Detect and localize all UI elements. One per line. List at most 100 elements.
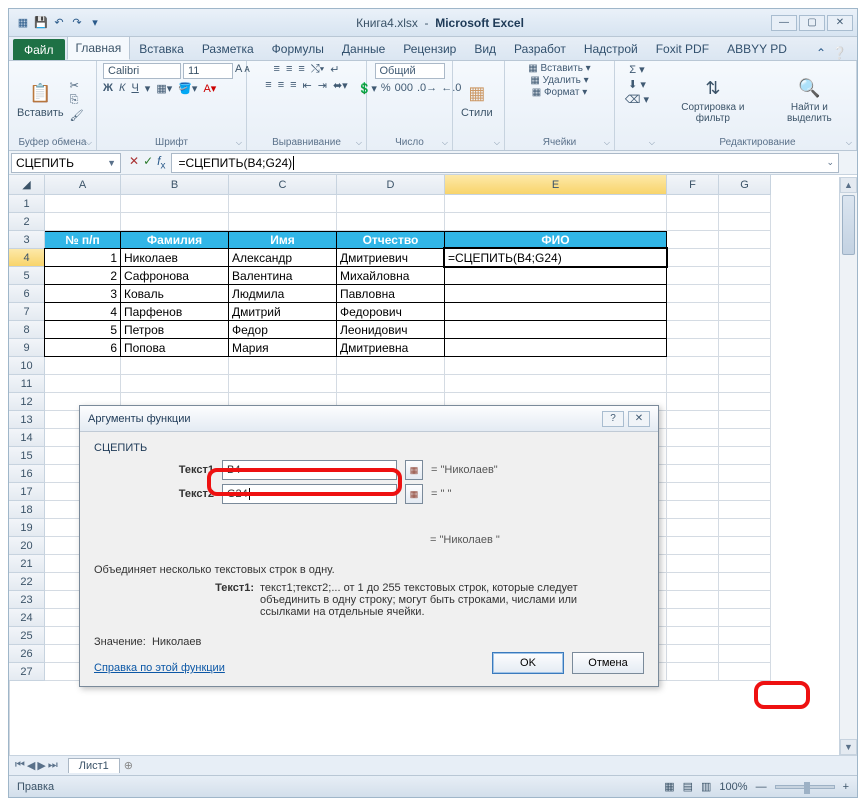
cell[interactable] <box>719 591 771 609</box>
cell[interactable] <box>719 339 771 357</box>
row-3[interactable]: 3 <box>9 231 45 249</box>
view-pagebreak-icon[interactable]: ▥ <box>701 780 711 793</box>
cell[interactable] <box>719 555 771 573</box>
sheet-prev-icon[interactable]: ◀ <box>27 759 35 772</box>
cell[interactable]: =СЦЕПИТЬ(B4;G24) <box>444 248 667 267</box>
cell[interactable] <box>667 267 719 285</box>
cell[interactable] <box>445 375 667 393</box>
col-F[interactable]: F <box>667 175 719 195</box>
cell[interactable] <box>445 213 667 231</box>
cell[interactable] <box>667 573 719 591</box>
bold-icon[interactable]: Ж <box>103 82 113 95</box>
cell[interactable]: Дмитрий <box>228 302 337 321</box>
row-26[interactable]: 26 <box>9 645 45 663</box>
row-2[interactable]: 2 <box>9 213 45 231</box>
cell[interactable] <box>667 411 719 429</box>
scroll-thumb[interactable] <box>842 195 855 255</box>
cell[interactable] <box>719 321 771 339</box>
row-15[interactable]: 15 <box>9 447 45 465</box>
cell[interactable]: 4 <box>44 302 121 321</box>
paste-button[interactable]: 📋Вставить <box>15 79 66 121</box>
cell[interactable] <box>667 447 719 465</box>
copy-icon[interactable]: ⎘ <box>70 94 84 107</box>
tab-file[interactable]: Файл <box>13 39 65 60</box>
cell[interactable] <box>719 303 771 321</box>
cell[interactable] <box>667 627 719 645</box>
sheet-tab[interactable]: Лист1 <box>68 758 120 773</box>
cell[interactable] <box>719 231 771 249</box>
cell[interactable] <box>229 195 337 213</box>
indent-dec-icon[interactable]: ⇤ <box>303 79 312 92</box>
zoom-out-icon[interactable]: — <box>756 781 767 793</box>
font-name[interactable]: Calibri <box>103 63 181 79</box>
cell[interactable]: Федорович <box>336 302 445 321</box>
font-color-icon[interactable]: A▾ <box>203 82 216 95</box>
cell[interactable] <box>667 231 719 249</box>
cell[interactable]: Михайловна <box>336 266 445 285</box>
cell[interactable]: Сафронова <box>120 266 229 285</box>
cell[interactable]: Людмила <box>228 284 337 303</box>
cell[interactable] <box>719 501 771 519</box>
cell[interactable] <box>719 609 771 627</box>
tab-insert[interactable]: Вставка <box>130 37 193 60</box>
maximize-button[interactable]: ▢ <box>799 15 825 31</box>
cell[interactable] <box>445 195 667 213</box>
border-icon[interactable]: ▦▾ <box>156 82 172 95</box>
cell[interactable]: Леонидович <box>336 320 445 339</box>
cell[interactable]: 6 <box>44 338 121 357</box>
dialog-close-button[interactable]: ✕ <box>628 411 650 427</box>
tab-review[interactable]: Рецензир <box>394 37 465 60</box>
cell[interactable]: Дмитриевна <box>336 338 445 357</box>
cell[interactable]: Имя <box>229 231 337 249</box>
number-format[interactable]: Общий <box>375 63 445 79</box>
indent-inc-icon[interactable]: ⇥ <box>318 79 327 92</box>
cell[interactable] <box>337 195 445 213</box>
tab-foxit[interactable]: Foxit PDF <box>647 37 718 60</box>
cell[interactable] <box>719 447 771 465</box>
cell[interactable] <box>121 357 229 375</box>
merge-icon[interactable]: ⬌▾ <box>333 79 348 92</box>
fill-icon[interactable]: ⬇ ▾ <box>628 78 646 91</box>
underline-icon[interactable]: Ч <box>131 82 138 95</box>
cell[interactable]: Коваль <box>120 284 229 303</box>
cell[interactable]: 3 <box>44 284 121 303</box>
cut-icon[interactable]: ✂ <box>70 79 84 92</box>
help-icon[interactable]: ❔ <box>832 46 847 60</box>
sheet-last-icon[interactable]: ⏭ <box>48 759 58 772</box>
accept-formula-icon[interactable]: ✓ <box>143 154 153 171</box>
cell[interactable]: Парфенов <box>120 302 229 321</box>
currency-icon[interactable]: 💲▾ <box>358 82 377 95</box>
italic-icon[interactable]: К <box>119 82 125 95</box>
align-middle-icon[interactable]: ≡ <box>286 63 292 76</box>
cell[interactable]: № п/п <box>45 231 121 249</box>
wrap-text-icon[interactable]: ↵ <box>330 63 339 76</box>
cell[interactable] <box>719 267 771 285</box>
col-E[interactable]: E <box>445 175 667 195</box>
cell[interactable] <box>667 537 719 555</box>
cell[interactable]: Мария <box>228 338 337 357</box>
row-6[interactable]: 6 <box>9 285 45 303</box>
cell[interactable] <box>667 249 719 267</box>
format-cells[interactable]: ▦ Формат ▾ <box>532 87 588 98</box>
cell[interactable] <box>719 519 771 537</box>
cancel-button[interactable]: Отмена <box>572 652 644 674</box>
redo-icon[interactable]: ↷ <box>69 15 85 31</box>
select-all[interactable]: ◢ <box>9 175 45 195</box>
cell[interactable] <box>229 213 337 231</box>
cell[interactable] <box>121 213 229 231</box>
scroll-down-icon[interactable]: ▼ <box>840 739 857 755</box>
cell[interactable] <box>719 285 771 303</box>
align-top-icon[interactable]: ≡ <box>274 63 280 76</box>
tab-developer[interactable]: Разработ <box>505 37 575 60</box>
cell[interactable] <box>667 375 719 393</box>
zoom-slider[interactable] <box>775 785 835 789</box>
cell[interactable] <box>667 195 719 213</box>
inc-decimal-icon[interactable]: .0→ <box>417 82 437 95</box>
col-C[interactable]: C <box>229 175 337 195</box>
row-24[interactable]: 24 <box>9 609 45 627</box>
cell[interactable] <box>667 555 719 573</box>
cell[interactable] <box>667 321 719 339</box>
minimize-button[interactable]: — <box>771 15 797 31</box>
percent-icon[interactable]: % <box>381 82 391 95</box>
help-link[interactable]: Справка по этой функции <box>94 662 225 674</box>
